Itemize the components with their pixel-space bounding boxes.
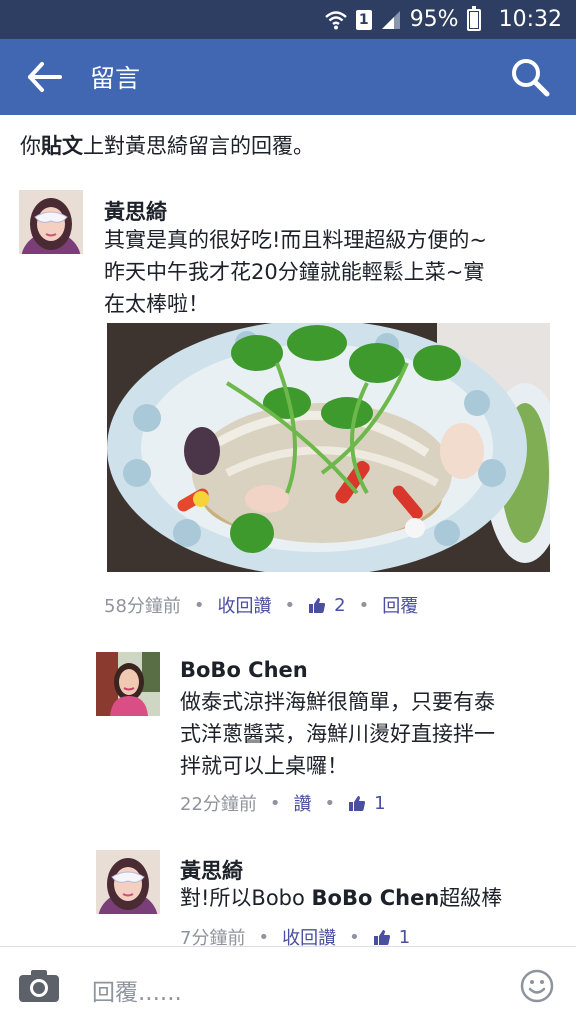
- like-count[interactable]: 2: [308, 595, 346, 616]
- thumbs-up-icon: [373, 930, 390, 945]
- notice-text: 你貼文上對黃思綺留言的回覆。: [20, 134, 314, 158]
- reply-button[interactable]: 回覆: [382, 592, 418, 618]
- like-count[interactable]: 1: [348, 793, 386, 814]
- arrow-left-icon[interactable]: [22, 57, 66, 97]
- avatar[interactable]: [96, 850, 160, 914]
- app-bar: 留言: [0, 39, 576, 115]
- like-button[interactable]: 讚: [294, 790, 312, 816]
- comment-author[interactable]: BoBo Chen: [180, 658, 308, 682]
- comment-time: 58分鐘前: [104, 596, 181, 617]
- comment-meta: 58分鐘前 • 收回讚 • 2 • 回覆: [104, 592, 418, 618]
- wifi-icon: [324, 10, 347, 29]
- reply-input[interactable]: 回覆......: [92, 973, 182, 1007]
- comment-text: 其實是真的很好吃!而且料理超級方便的~ 昨天中午我才花20分鐘就能輕鬆上菜~實 …: [104, 228, 488, 316]
- mention-link[interactable]: BoBo Chen: [312, 886, 440, 910]
- comment-meta: 22分鐘前 • 讚 • 1: [180, 790, 386, 816]
- search-icon[interactable]: [508, 55, 552, 99]
- like-count[interactable]: 1: [373, 927, 410, 948]
- comment-author[interactable]: 黃思綺: [104, 196, 167, 226]
- battery-icon: [466, 5, 481, 31]
- avatar[interactable]: [96, 652, 160, 716]
- camera-icon[interactable]: [18, 969, 60, 1003]
- food-photo[interactable]: [107, 323, 550, 572]
- thumbs-up-icon: [309, 598, 326, 613]
- status-bar: 1 95% 10:32: [0, 0, 576, 39]
- comment-text: 做泰式涼拌海鮮很簡單，只要有泰 式洋蔥醬菜，海鮮川燙好直接拌一 拌就可以上桌囉！: [180, 690, 495, 778]
- signal-icon: [381, 10, 400, 29]
- comment-text: 對!所以Bobo BoBo Chen超級棒: [180, 886, 503, 910]
- thumbs-up-icon: [349, 796, 366, 811]
- smiley-icon[interactable]: [520, 969, 554, 1003]
- avatar[interactable]: [19, 190, 83, 254]
- unlike-button[interactable]: 收回讚: [218, 592, 272, 618]
- reply-bar: 回覆......: [0, 946, 576, 1024]
- battery-percent: 95%: [409, 7, 459, 32]
- comment-time: 22分鐘前: [180, 794, 257, 815]
- page-title: 留言: [90, 64, 141, 93]
- comment-author[interactable]: 黃思綺: [180, 855, 243, 885]
- clock: 10:32: [498, 7, 562, 32]
- sim-icon: 1: [355, 9, 372, 30]
